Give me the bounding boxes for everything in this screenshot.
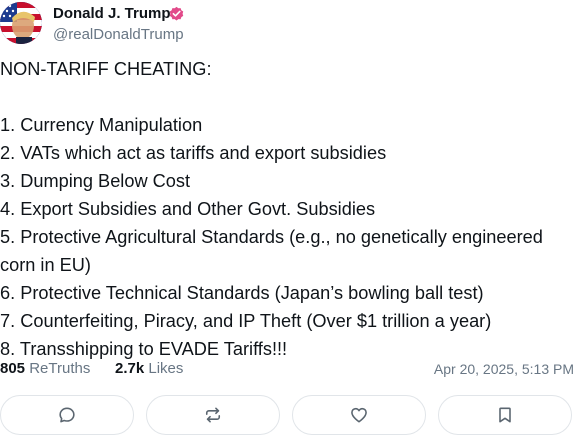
like-icon [351, 407, 367, 423]
post-intro: NON-TARIFF CHEATING: [0, 59, 212, 79]
post-header: Donald J. Trump @realDonaldTrump [0, 0, 574, 48]
retruth-button[interactable] [146, 395, 280, 435]
flag-portrait-avatar [0, 2, 42, 44]
post-stats: 805 ReTruths 2.7k Likes Apr 20, 2025, 5:… [0, 358, 574, 380]
retruths-label: ReTruths [29, 360, 91, 377]
list-item: 4. Export Subsidies and Other Govt. Subs… [0, 199, 376, 219]
like-button[interactable] [292, 395, 426, 435]
likes-label: Likes [148, 360, 184, 377]
list-item: 7. Counterfeiting, Piracy, and IP Theft … [0, 311, 492, 331]
retruths-stat[interactable]: 805 ReTruths [0, 358, 90, 380]
user-handle[interactable]: @realDonaldTrump [53, 25, 184, 45]
action-bar [0, 395, 574, 439]
retruths-count: 805 [0, 360, 26, 377]
retruth-icon [205, 407, 221, 423]
list-item: 5. Protective Agricultural Standards (e.… [0, 227, 543, 275]
display-name[interactable]: Donald J. Trump [53, 4, 171, 24]
post-card: Donald J. Trump @realDonaldTrump NON-TAR… [0, 0, 574, 437]
post-timestamp[interactable]: Apr 20, 2025, 5:13 PM [434, 358, 574, 380]
reply-icon [59, 407, 75, 423]
list-item: 6. Protective Technical Standards (Japan… [0, 283, 484, 303]
list-item: 3. Dumping Below Cost [0, 171, 191, 191]
likes-stat[interactable]: 2.7k Likes [115, 358, 183, 380]
bookmark-icon [499, 407, 511, 423]
post-content: NON-TARIFF CHEATING: 1. Currency Manipul… [0, 55, 574, 363]
list-item: 2. VATs which act as tariffs and export … [0, 143, 387, 163]
list-item: 1. Currency Manipulation [0, 115, 203, 135]
verified-badge-icon [169, 6, 184, 21]
likes-count: 2.7k [115, 360, 145, 377]
avatar[interactable] [0, 2, 42, 44]
bookmark-button[interactable] [438, 395, 572, 435]
reply-button[interactable] [0, 395, 134, 435]
